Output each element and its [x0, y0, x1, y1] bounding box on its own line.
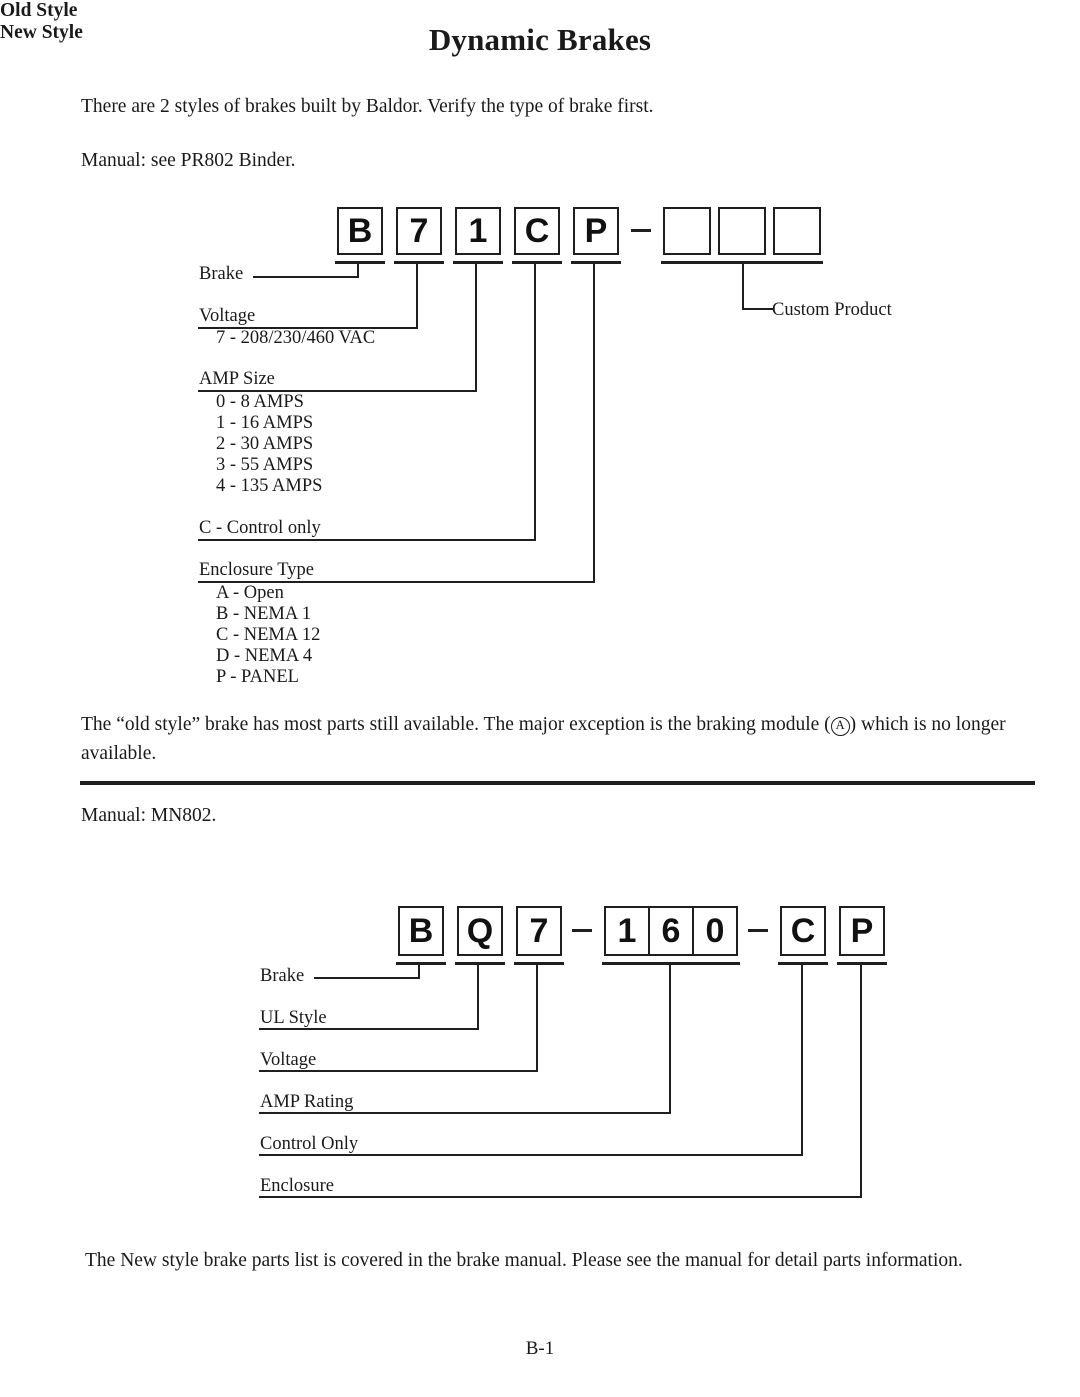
old-code-box-1: 7 — [396, 207, 442, 255]
circled-a-icon: A — [830, 717, 850, 736]
old-label-custom-product: Custom Product — [772, 300, 892, 320]
old-enclosure-option-2: C - NEMA 12 — [216, 625, 321, 645]
old-amp-option-3: 3 - 55 AMPS — [216, 455, 314, 475]
new-stub-1 — [455, 962, 505, 965]
new-leader-enclosure-horizontal — [259, 1196, 862, 1199]
old-label-control-only: C - Control only — [199, 518, 321, 538]
old-stub-3 — [512, 261, 562, 264]
old-code-box-blank-2 — [773, 207, 821, 255]
new-code-box-7: P — [839, 906, 885, 956]
new-stub-2 — [514, 962, 564, 965]
old-amp-option-1: 1 - 16 AMPS — [216, 413, 314, 433]
old-style-note-part1: The “old style” brake has most parts sti… — [81, 714, 831, 735]
old-code-box-blank-0 — [663, 207, 711, 255]
old-enclosure-option-1: B - NEMA 1 — [216, 604, 312, 624]
old-enclosure-option-4: P - PANEL — [216, 667, 299, 687]
new-leader-enclosure-vertical — [860, 962, 863, 1198]
new-stub-0 — [396, 962, 446, 965]
section-divider — [80, 781, 1035, 785]
old-stub-0 — [335, 261, 385, 264]
new-leader-controlOnly-vertical — [801, 962, 804, 1156]
new-code-separator-dash-1 — [572, 929, 592, 932]
new-label-control-only: Control Only — [260, 1134, 359, 1154]
old-code-box-4: P — [573, 207, 619, 255]
new-code-box-1: Q — [457, 906, 503, 956]
old-stub-4 — [571, 261, 621, 264]
new-label-enclosure: Enclosure — [260, 1176, 334, 1196]
old-code-box-0: B — [337, 207, 383, 255]
new-code-box-2: 7 — [516, 906, 562, 956]
intro-paragraph: There are 2 styles of brakes built by Ba… — [81, 96, 654, 117]
old-amp-option-2: 2 - 30 AMPS — [216, 434, 314, 454]
old-leader-voltage-vertical — [416, 261, 419, 329]
old-label-brake: Brake — [199, 264, 244, 284]
old-leader-enclosure-vertical — [593, 261, 596, 583]
new-style-note: The New style brake parts list is covere… — [85, 1250, 963, 1271]
old-voltage-option-0: 7 - 208/230/460 VAC — [216, 328, 376, 348]
new-code-box-0: B — [398, 906, 444, 956]
old-amp-option-0: 0 - 8 AMPS — [216, 392, 304, 412]
new-label-brake: Brake — [260, 966, 305, 986]
new-code-box-6: C — [780, 906, 826, 956]
new-leader-brake-horizontal — [314, 977, 420, 980]
old-leader-brake-horizontal — [253, 276, 359, 279]
old-label-voltage: Voltage — [199, 306, 256, 326]
new-leader-voltage-vertical — [536, 962, 539, 1072]
old-style-heading: Old Style — [0, 0, 78, 21]
page-number: B-1 — [525, 1338, 555, 1359]
new-label-voltage: Voltage — [260, 1050, 317, 1070]
old-label-enclosure-type: Enclosure Type — [199, 560, 314, 580]
old-leader-ampsize-vertical — [475, 261, 478, 392]
new-style-manual-reference: Manual: MN802. — [81, 805, 217, 826]
new-leader-ampRating-vertical — [669, 962, 672, 1114]
new-leader-ulstyle-vertical — [477, 962, 480, 1030]
old-leader-control-vertical — [534, 261, 537, 541]
old-code-box-3: C — [514, 207, 560, 255]
old-leader-custom-horizontal — [742, 308, 774, 311]
old-stub-1 — [394, 261, 444, 264]
new-code-box-4: 6 — [648, 906, 694, 956]
old-code-box-2: 1 — [455, 207, 501, 255]
old-enclosure-option-3: D - NEMA 4 — [216, 646, 313, 666]
new-code-box-5: 0 — [692, 906, 738, 956]
new-code-box-3: 1 — [604, 906, 650, 956]
page-title: Dynamic Brakes — [428, 22, 652, 57]
old-code-box-blank-1 — [718, 207, 766, 255]
old-leader-control-horizontal — [198, 539, 536, 542]
new-label-ul-style: UL Style — [260, 1008, 327, 1028]
old-leader-custom-vertical — [742, 261, 745, 310]
document-page: Dynamic Brakes There are 2 styles of bra… — [0, 0, 1080, 1397]
new-code-separator-dash-2 — [748, 929, 768, 932]
new-label-amp-rating: AMP Rating — [260, 1092, 354, 1112]
old-style-note: The “old style” brake has most parts sti… — [81, 710, 1031, 768]
old-amp-option-4: 4 - 135 AMPS — [216, 476, 323, 496]
old-label-amp-size: AMP Size — [199, 369, 275, 389]
old-enclosure-option-0: A - Open — [216, 583, 284, 603]
old-style-manual-reference: Manual: see PR802 Binder. — [81, 150, 296, 171]
old-code-separator-dash — [631, 229, 651, 232]
old-stub-2 — [453, 261, 503, 264]
